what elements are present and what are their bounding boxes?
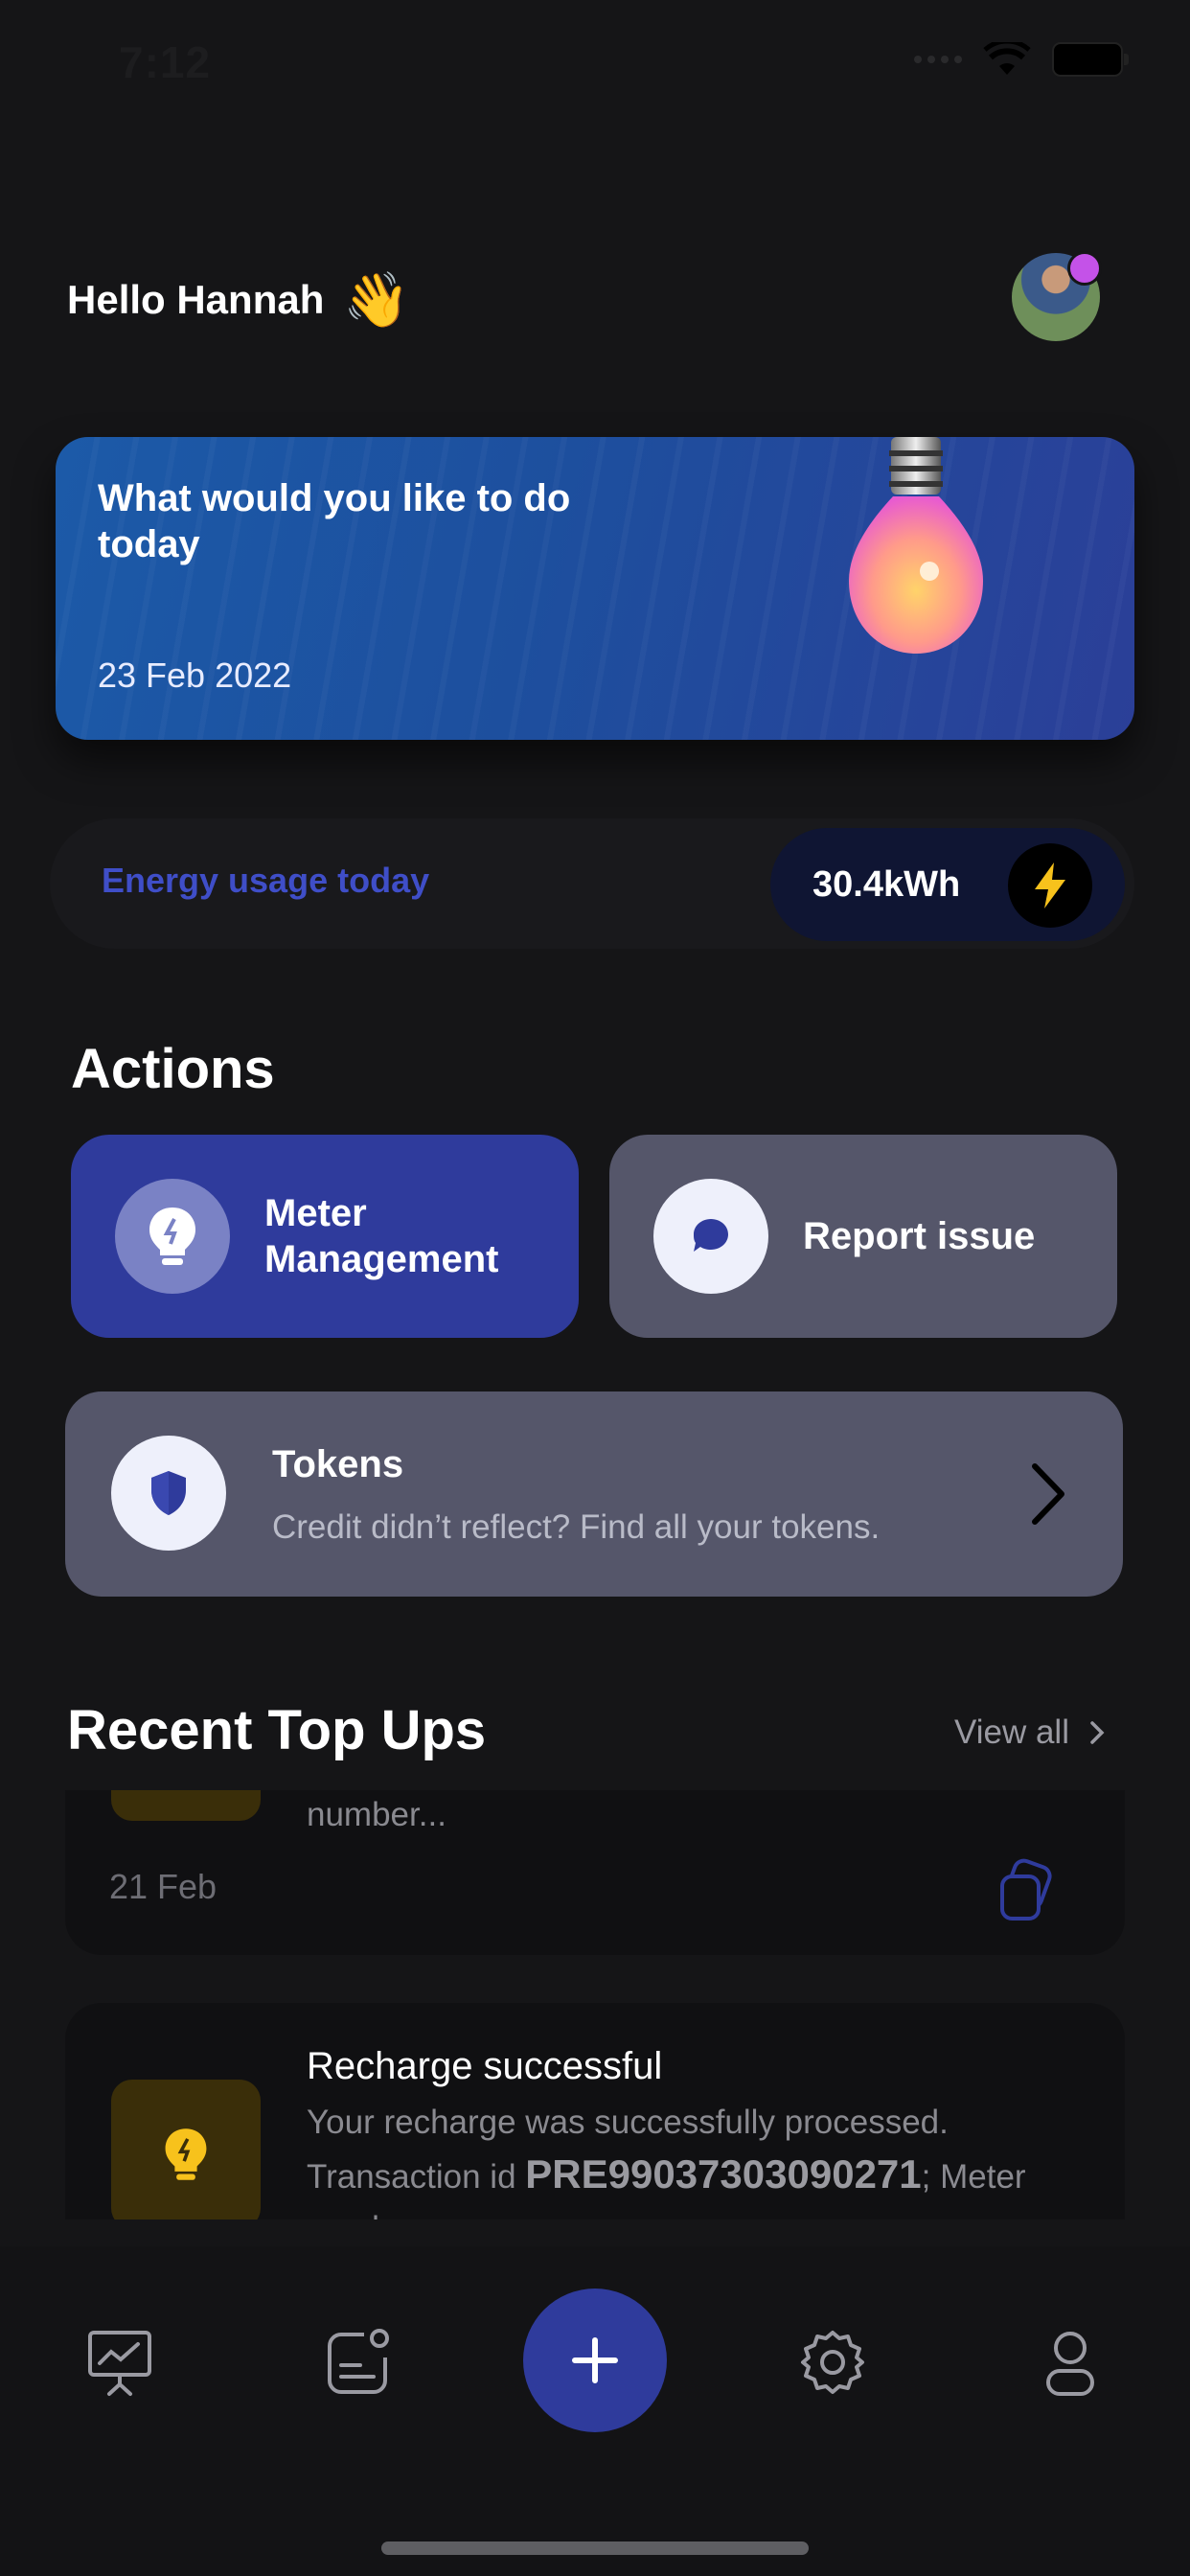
bottom-nav (0, 2246, 1190, 2576)
topup-icon-tile (111, 1790, 261, 1821)
topup-card[interactable]: number... 21 Feb (65, 1790, 1125, 1955)
chat-bubble-icon (653, 1179, 768, 1294)
meter-management-label: Meter Management (264, 1192, 499, 1280)
history-icon[interactable] (322, 2327, 393, 2398)
lightbulb-icon (111, 2080, 261, 2220)
status-icons (914, 42, 1129, 77)
copy-icon[interactable] (993, 1857, 1060, 1924)
greeting-text: Hello Hannah (67, 277, 325, 322)
tokens-card[interactable]: Tokens Credit didn’t reflect? Find all y… (65, 1392, 1123, 1597)
view-all-label: View all (954, 1714, 1069, 1751)
plus-icon (572, 2337, 618, 2383)
actions-title: Actions (71, 1038, 275, 1100)
profile-icon[interactable] (1035, 2327, 1106, 2398)
lightbulb-illustration (849, 437, 983, 654)
wave-emoji: 👋 (343, 269, 411, 330)
status-time: 7:12 (119, 37, 212, 87)
signal-icon (914, 56, 962, 63)
energy-label: Energy usage today (102, 861, 430, 900)
hero-date: 23 Feb 2022 (98, 656, 292, 695)
energy-value-pill: 30.4kWh (770, 828, 1125, 941)
home-indicator (381, 2542, 809, 2555)
transaction-id: PRE99037303090271 (525, 2151, 922, 2196)
greeting: Hello Hannah 👋 (67, 268, 410, 332)
avatar[interactable] (1012, 251, 1102, 341)
topup-body: number... (307, 1796, 446, 1833)
energy-value: 30.4kWh (812, 864, 961, 905)
lightbulb-icon (115, 1179, 230, 1294)
recent-topups-title: Recent Top Ups (67, 1699, 487, 1761)
notification-dot (1067, 251, 1102, 286)
topup-title: Recharge successful (307, 2045, 663, 2087)
chevron-right-icon (1032, 1463, 1064, 1525)
chevron-right-icon (1090, 1721, 1105, 1744)
report-issue-button[interactable]: Report issue (609, 1135, 1117, 1338)
topup-body: Your recharge was successfully processed… (307, 2097, 1102, 2220)
tokens-title: Tokens (272, 1443, 404, 1485)
shield-icon (111, 1436, 226, 1551)
lightning-bolt-icon (1008, 843, 1092, 928)
wifi-icon (983, 42, 1031, 75)
topup-card[interactable]: Recharge successful Your recharge was su… (65, 2003, 1125, 2220)
energy-usage-bar[interactable]: Energy usage today 30.4kWh (50, 818, 1134, 949)
add-button[interactable] (523, 2288, 667, 2432)
battery-icon (1052, 42, 1129, 77)
topup-date: 21 Feb (109, 1867, 217, 1906)
meter-management-button[interactable]: Meter Management (71, 1135, 579, 1338)
hero-title: What would you like to do today (98, 477, 571, 565)
report-issue-label: Report issue (803, 1215, 1036, 1257)
tokens-subtitle: Credit didn’t reflect? Find all your tok… (272, 1508, 881, 1546)
view-all-link[interactable]: View all (954, 1714, 1106, 1752)
dashboard-chart-icon[interactable] (84, 2327, 155, 2398)
hero-card: What would you like to do today 23 Feb 2… (56, 437, 1134, 740)
settings-icon[interactable] (797, 2327, 868, 2398)
